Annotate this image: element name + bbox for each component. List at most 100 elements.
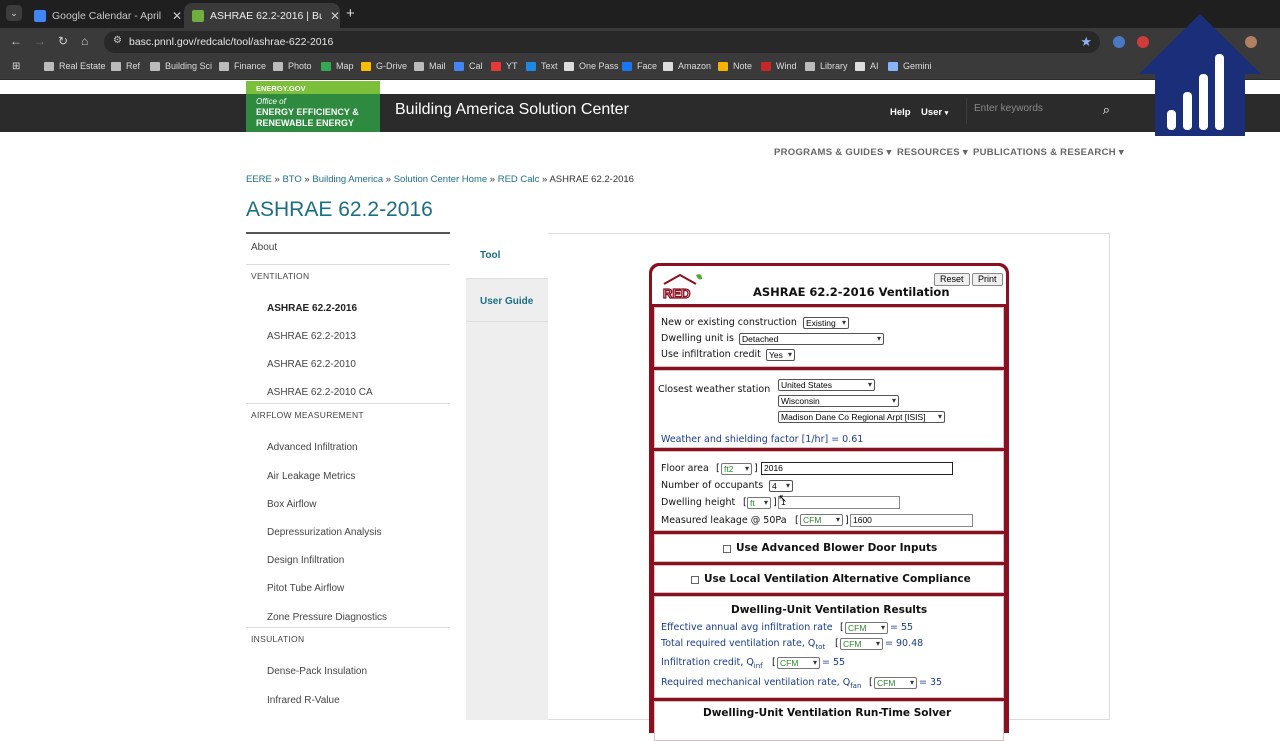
user-menu[interactable]: User ▾ xyxy=(921,107,948,118)
sidebar-item-ashrae-2010-ca[interactable]: ASHRAE 62.2-2010 CA xyxy=(246,382,450,398)
bookmark-amazon[interactable]: Amazon xyxy=(663,61,711,71)
bookmark-library[interactable]: Library xyxy=(805,61,848,71)
sidebar-item-ashrae-2016[interactable]: ASHRAE 62.2-2016 xyxy=(246,298,450,314)
new-tab-icon[interactable]: + xyxy=(346,5,355,22)
close-tab-icon[interactable]: ✕ xyxy=(172,9,182,23)
infiltration-credit-value: = 55 xyxy=(822,657,846,668)
sidebar-item-ashrae-2013[interactable]: ASHRAE 62.2-2013 xyxy=(246,326,450,342)
floor-area-unit-select[interactable]: ft2 xyxy=(721,463,752,475)
bracket-open: [ xyxy=(795,515,799,526)
calendar-favicon-icon xyxy=(34,9,46,22)
blower-door-label[interactable]: Use Advanced Blower Door Inputs xyxy=(736,542,937,554)
site-title[interactable]: Building America Solution Center xyxy=(395,101,629,119)
site-search-input[interactable]: Enter keywords ⌕ xyxy=(966,98,1118,124)
address-bar[interactable]: ⚙ basc.pnnl.gov/redcalc/tool/ashrae-622-… xyxy=(104,31,1100,53)
mechanical-ventilation-label: Required mechanical ventilation rate, Qf… xyxy=(661,677,862,690)
height-unit-select[interactable]: ft xyxy=(747,497,771,509)
agency-name-line2: RENEWABLE ENERGY xyxy=(256,118,355,128)
sidebar-item-design-infiltration[interactable]: Design Infiltration xyxy=(246,550,450,566)
state-select[interactable]: Wisconsin xyxy=(778,395,899,407)
construction-select[interactable]: Existing xyxy=(803,317,849,329)
breadcrumb-building-america[interactable]: Building America xyxy=(312,174,383,185)
bookmark-text[interactable]: Text xyxy=(526,61,558,71)
blower-door-section: Use Advanced Blower Door Inputs xyxy=(654,534,1004,562)
blower-door-checkbox[interactable] xyxy=(723,545,731,553)
reload-icon[interactable]: ↻ xyxy=(58,34,68,48)
bookmark-map[interactable]: Map xyxy=(321,61,354,71)
nav-resources[interactable]: RESOURCES ▾ xyxy=(897,147,968,158)
sidebar-item-air-leakage-metrics[interactable]: Air Leakage Metrics xyxy=(246,466,450,482)
leakage-unit-select[interactable]: CFM xyxy=(800,514,843,526)
search-icon[interactable]: ⌕ xyxy=(1103,102,1110,118)
help-link[interactable]: Help xyxy=(890,107,911,118)
bookmark-real-estate[interactable]: Real Estate xyxy=(44,61,106,71)
local-ventilation-label[interactable]: Use Local Ventilation Alternative Compli… xyxy=(704,573,971,585)
bookmark-wind[interactable]: Wind xyxy=(761,61,797,71)
total-ventilation-unit[interactable]: CFM xyxy=(840,638,883,650)
back-icon[interactable]: ← xyxy=(10,34,22,48)
floor-area-input[interactable]: 2016 xyxy=(761,462,953,475)
breadcrumb-eere[interactable]: EERE xyxy=(246,174,272,185)
bookmark-cal[interactable]: Cal xyxy=(454,61,483,71)
country-select[interactable]: United States xyxy=(778,379,875,391)
print-button[interactable]: Print xyxy=(972,273,1003,286)
close-tab-icon[interactable]: ✕ xyxy=(330,9,340,23)
browser-tab-calendar[interactable]: Google Calendar - April 2025 ✕ xyxy=(26,3,182,28)
sidebar-item-dense-pack[interactable]: Dense-Pack Insulation xyxy=(246,661,450,677)
sidebar-item-advanced-infiltration[interactable]: Advanced Infiltration xyxy=(246,437,450,453)
dwelling-select[interactable]: Detached xyxy=(739,333,884,345)
floor-area-label: Floor area xyxy=(661,463,709,474)
dwelling-height-input[interactable]: 1 xyxy=(778,496,900,509)
reset-button[interactable]: Reset xyxy=(934,273,970,286)
tab-title: Google Calendar - April 2025 xyxy=(52,9,164,22)
tab-search-icon[interactable]: ⌄ xyxy=(6,5,22,21)
bookmark-face[interactable]: Face xyxy=(622,61,657,71)
tab-tool[interactable]: Tool xyxy=(466,233,548,278)
sidebar-item-box-airflow[interactable]: Box Airflow xyxy=(246,494,450,510)
tab-user-guide[interactable]: User Guide xyxy=(466,278,548,322)
mechanical-ventilation-unit[interactable]: CFM xyxy=(874,677,917,689)
local-ventilation-section: Use Local Ventilation Alternative Compli… xyxy=(654,565,1004,593)
bookmark-photo[interactable]: Photo xyxy=(273,61,312,71)
nav-publications-research[interactable]: PUBLICATIONS & RESEARCH ▾ xyxy=(973,147,1124,158)
bookmark-ai[interactable]: AI xyxy=(855,61,879,71)
browser-tab-ashrae[interactable]: ASHRAE 62.2-2016 | Building A ✕ xyxy=(184,3,340,28)
infiltration-credit-unit[interactable]: CFM xyxy=(777,657,820,669)
bookmark-gemini[interactable]: Gemini xyxy=(888,61,932,71)
nav-programs-guides[interactable]: PROGRAMS & GUIDES ▾ xyxy=(774,147,892,158)
effective-infiltration-label: Effective annual avg infiltration rate xyxy=(661,622,833,633)
measured-leakage-input[interactable]: 1600 xyxy=(850,514,973,527)
occupants-select[interactable]: 4 xyxy=(769,480,793,492)
bookmark-yt[interactable]: YT xyxy=(491,61,518,71)
sidebar-item-zone-pressure[interactable]: Zone Pressure Diagnostics xyxy=(246,607,450,623)
sidebar-item-about[interactable]: About xyxy=(246,236,450,264)
effective-infiltration-unit[interactable]: CFM xyxy=(845,622,888,634)
bookmark-finance[interactable]: Finance xyxy=(219,61,266,71)
home-icon[interactable]: ⌂ xyxy=(81,34,88,48)
forward-icon[interactable]: → xyxy=(34,34,46,48)
apps-grid-icon[interactable]: ⊞ xyxy=(12,61,20,72)
eere-logo[interactable]: ENERGY.GOV Office of ENERGY EFFICIENCY &… xyxy=(246,81,380,132)
extension-icon[interactable] xyxy=(1113,36,1125,48)
bookmark-note[interactable]: Note xyxy=(718,61,752,71)
bookmark-ref[interactable]: Ref xyxy=(111,61,140,71)
bookmark-star-icon[interactable]: ★ xyxy=(1080,34,1092,50)
sidebar-item-depressurization-analysis[interactable]: Depressurization Analysis xyxy=(246,522,450,538)
bookmark-mail[interactable]: Mail xyxy=(414,61,446,71)
sidebar-item-ashrae-2010[interactable]: ASHRAE 62.2-2010 xyxy=(246,354,450,370)
sidebar-item-pitot-tube-airflow[interactable]: Pitot Tube Airflow xyxy=(246,578,450,594)
bookmark-one-pass[interactable]: One Pass xyxy=(564,61,619,71)
local-ventilation-checkbox[interactable] xyxy=(691,576,699,584)
bracket-close: ] xyxy=(845,515,849,526)
site-info-icon[interactable]: ⚙ xyxy=(113,35,122,46)
bookmark-building-sci[interactable]: Building Sci xyxy=(150,61,212,71)
breadcrumb-red-calc[interactable]: RED Calc xyxy=(498,174,540,185)
bracket-open: [ xyxy=(869,677,873,688)
infiltration-credit-select[interactable]: Yes xyxy=(766,349,795,361)
sidebar-item-infrared-r-value[interactable]: Infrared R-Value xyxy=(246,690,450,706)
breadcrumb-bto[interactable]: BTO xyxy=(282,174,301,185)
measured-leakage-label: Measured leakage @ 50Pa xyxy=(661,515,787,526)
breadcrumb-solution-center[interactable]: Solution Center Home xyxy=(394,174,487,185)
station-select[interactable]: Madison Dane Co Regional Arpt [ISIS] xyxy=(778,411,945,423)
bookmark-g-drive[interactable]: G-Drive xyxy=(361,61,407,71)
